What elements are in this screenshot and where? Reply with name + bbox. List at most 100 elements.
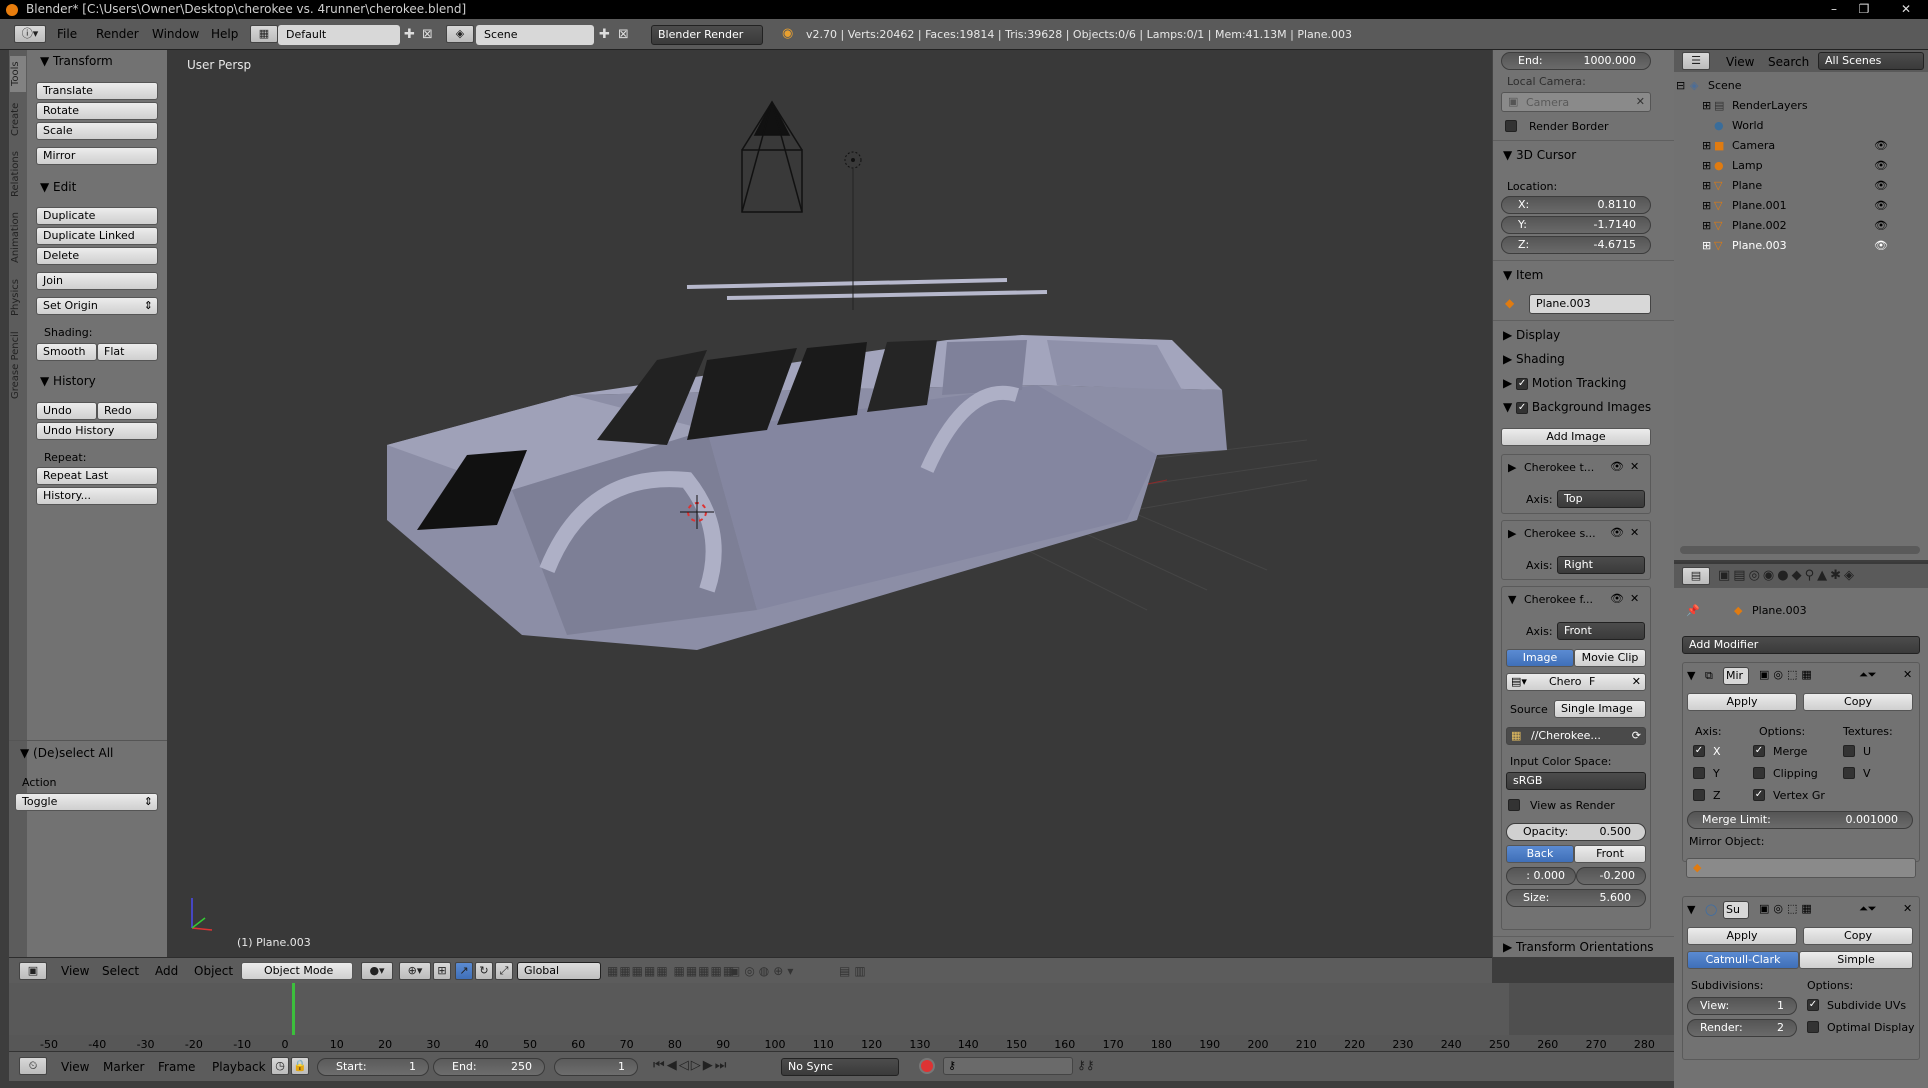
local-camera-field[interactable]: ▣ Camera ✕ [1501, 92, 1651, 112]
layout-grid-icon[interactable]: ▦ [250, 25, 278, 43]
visibility-eye-icon[interactable]: 👁 [1874, 156, 1888, 176]
cherokee-mesh[interactable] [387, 278, 1227, 650]
visibility-eye-icon[interactable]: 👁 [1874, 196, 1888, 216]
subsurf-apply-button[interactable]: Apply [1687, 927, 1797, 945]
outliner-row-plane[interactable]: ⊞ ▽ Plane 👁 [1674, 176, 1928, 196]
outliner-row-plane-003[interactable]: ⊞ ▽ Plane.003 👁 [1674, 236, 1928, 256]
preview-range-icon[interactable]: ◷ [271, 1057, 289, 1075]
playback-controls-icons[interactable]: ⏮◀◁▷▶⏭ [653, 1058, 728, 1073]
unlink-icon[interactable]: ✕ [1632, 674, 1641, 690]
panel-3d-cursor-header[interactable]: ▼ 3D Cursor [1503, 148, 1576, 162]
repeat-last-button[interactable]: Repeat Last [36, 467, 158, 485]
render-opengl-icons[interactable]: ▤▥ [839, 964, 870, 978]
outliner-menu-search[interactable]: Search [1768, 55, 1809, 69]
viewport-menu-object[interactable]: Object [194, 964, 233, 978]
tab-tools[interactable]: Tools [10, 56, 26, 92]
move-up-down-icons[interactable]: ⏶⏷ [1859, 902, 1877, 916]
axis-x-checkbox[interactable]: ✓ [1693, 745, 1705, 757]
snap-proportional-icons[interactable]: ▣◎◍⊕▾ [729, 964, 797, 978]
menu-file[interactable]: File [57, 27, 77, 41]
size-field[interactable]: Size: 5.600 [1506, 889, 1646, 907]
mirror-button[interactable]: Mirror [36, 147, 158, 165]
visibility-eye-icon[interactable]: 👁 [1874, 236, 1888, 256]
timeline-menu-view[interactable]: View [61, 1060, 89, 1074]
menu-window[interactable]: Window [152, 27, 199, 41]
source-dropdown[interactable]: Single Image [1554, 700, 1646, 718]
scene-field[interactable]: Scene [476, 25, 594, 45]
offset-y-field[interactable]: -0.200 [1576, 867, 1646, 885]
offset-x-field[interactable]: : 0.000 [1506, 867, 1576, 885]
tab-animation[interactable]: Animation [10, 208, 26, 268]
flat-button[interactable]: Flat [97, 343, 158, 361]
subdivide-uvs-checkbox[interactable]: ✓ [1807, 999, 1819, 1011]
mirror-apply-button[interactable]: Apply [1687, 693, 1797, 711]
rotate-manipulator-icon[interactable]: ↻ [475, 962, 493, 980]
smooth-button[interactable]: Smooth [36, 343, 97, 361]
screen-layout-field[interactable]: Default [278, 25, 400, 45]
bg-axis-dropdown-2[interactable]: Right [1557, 556, 1645, 574]
camera-object-icon[interactable] [741, 100, 803, 213]
merge-checkbox[interactable]: ✓ [1753, 745, 1765, 757]
viewport-editor-icon[interactable]: ▣ [19, 962, 47, 980]
close-button[interactable]: ✕ [1888, 0, 1924, 19]
merge-limit-field[interactable]: Merge Limit: 0.001000 [1687, 811, 1913, 829]
set-origin-dropdown[interactable]: Set Origin ⇕ [36, 297, 158, 315]
outliner-row-scene[interactable]: ⊟ ◈ Scene [1674, 76, 1928, 96]
viewport-menu-select[interactable]: Select [102, 964, 139, 978]
cursor-z-field[interactable]: Z: -4.6715 [1501, 236, 1651, 254]
add-scene-icon[interactable]: ✚ [599, 27, 610, 42]
eye-icon[interactable]: 👁 [1610, 526, 1624, 539]
outliner-scrollbar[interactable] [1680, 546, 1920, 554]
history-button[interactable]: History... [36, 487, 158, 505]
interaction-mode-dropdown[interactable]: Object Mode [241, 962, 353, 980]
pivot-point-icon[interactable]: ⊕▾ [399, 962, 431, 980]
subdiv-render-field[interactable]: Render: 2 [1687, 1019, 1797, 1037]
remove-modifier-icon[interactable]: ✕ [1903, 668, 1912, 681]
remove-scene-icon[interactable]: ⊠ [618, 27, 629, 42]
tab-relations[interactable]: Relations [10, 146, 26, 202]
reload-icon[interactable]: ⟳ [1632, 728, 1641, 744]
modifier-visibility-icons[interactable]: ▣◎⬚▦ [1759, 668, 1816, 681]
axis-z-checkbox[interactable] [1693, 789, 1705, 801]
cursor-x-field[interactable]: X: 0.8110 [1501, 196, 1651, 214]
tab-grease-pencil[interactable]: Grease Pencil [10, 328, 26, 402]
remove-icon[interactable]: ✕ [1630, 592, 1639, 605]
timeline-menu-playback[interactable]: Playback [212, 1060, 266, 1074]
timeline-menu-marker[interactable]: Marker [103, 1060, 144, 1074]
texture-v-checkbox[interactable] [1843, 767, 1855, 779]
optimal-display-checkbox[interactable] [1807, 1021, 1819, 1033]
subsurf-name-field[interactable]: Su [1723, 901, 1749, 919]
pin-icon[interactable]: 📌 [1686, 604, 1700, 617]
redo-button[interactable]: Redo [97, 402, 158, 420]
3d-viewport[interactable]: User Persp (1) Plane.003 [167, 50, 1492, 957]
collapse-triangle-icon[interactable]: ▼ [1687, 669, 1695, 682]
end-frame-field[interactable]: End: 250 [433, 1058, 545, 1076]
timeline-menu-frame[interactable]: Frame [158, 1060, 195, 1074]
color-space-dropdown[interactable]: sRGB [1506, 772, 1646, 790]
image-datablock-field[interactable]: Chero F ▤▾ ✕ [1506, 673, 1646, 691]
viewport-shading-icon[interactable]: ●▾ [361, 962, 393, 980]
scene-icon[interactable]: ◈ [446, 25, 474, 43]
collapse-triangle-icon[interactable]: ▼ [1508, 593, 1516, 606]
mirror-copy-button[interactable]: Copy [1803, 693, 1913, 711]
outliner-editor-icon[interactable]: ☰ [1682, 52, 1710, 70]
manipulator-toggle-icon[interactable]: ⊞ [433, 962, 451, 980]
outliner-menu-view[interactable]: View [1726, 55, 1754, 69]
layer-buttons-icon[interactable]: ▦▦▦▦▦ ▦▦▦▦▦ [607, 964, 735, 978]
viewport-menu-add[interactable]: Add [155, 964, 178, 978]
bg-axis-dropdown-1[interactable]: Top [1557, 490, 1645, 508]
remove-icon[interactable]: ✕ [1630, 460, 1639, 473]
clear-icon[interactable]: ✕ [1636, 95, 1645, 108]
view-as-render-checkbox[interactable] [1508, 799, 1520, 811]
duplicate-button[interactable]: Duplicate [36, 207, 158, 225]
menu-help[interactable]: Help [211, 27, 238, 41]
remove-layout-icon[interactable]: ⊠ [422, 27, 433, 42]
outliner-filter-dropdown[interactable]: All Scenes [1818, 52, 1924, 70]
motion-tracking-checkbox[interactable]: ✓ [1516, 377, 1529, 390]
lock-range-icon[interactable]: 🔒 [291, 1057, 309, 1075]
remove-icon[interactable]: ✕ [1630, 526, 1639, 539]
image-filepath-field[interactable]: //Cherokee... ▦ ⟳ [1506, 727, 1646, 745]
background-images-checkbox[interactable]: ✓ [1516, 401, 1529, 414]
timeline-area[interactable] [9, 983, 1674, 1051]
outliner-row-world[interactable]: ● World [1674, 116, 1928, 136]
